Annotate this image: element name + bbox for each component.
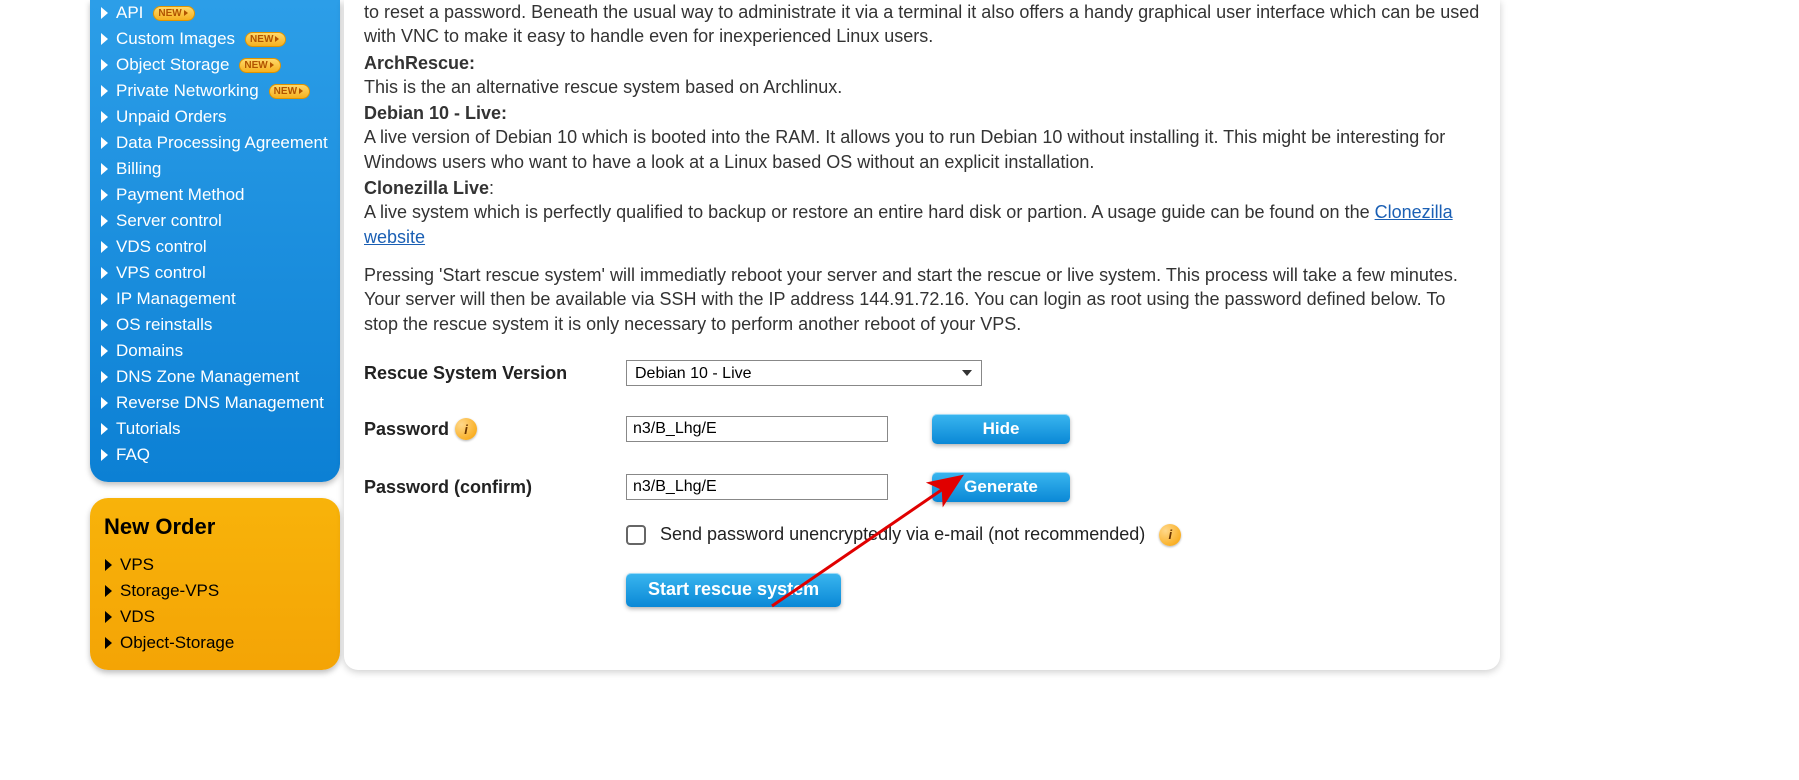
sidebar-item[interactable]: Reverse DNS Management (90, 390, 340, 416)
sidebar-item[interactable]: OS reinstalls (90, 312, 340, 338)
sidebar-item-label: Server control (116, 211, 222, 231)
sidebar-item[interactable]: Unpaid Orders (90, 104, 340, 130)
sidebar-item[interactable]: Private Networking NEW (90, 78, 340, 104)
sidebar-item[interactable]: API NEW (90, 0, 340, 26)
sidebar-item-label: API (116, 3, 143, 23)
sidebar-item[interactable]: Billing (90, 156, 340, 182)
sidebar-item-label: DNS Zone Management (116, 367, 299, 387)
clonezilla-body: A live system which is perfectly qualifi… (364, 202, 1375, 222)
sidebar-main: APINEWCustom ImagesNEWObject StorageNEWP… (90, 0, 340, 482)
description-text: to reset a password. Beneath the usual w… (364, 0, 1480, 336)
sidebar-item[interactable]: IP Management (90, 286, 340, 312)
main-panel: to reset a password. Beneath the usual w… (344, 0, 1500, 670)
sidebar-item-label: Tutorials (116, 419, 181, 439)
sidebar-item-label: VPS control (116, 263, 206, 283)
sidebar-item-label: Reverse DNS Management (116, 393, 324, 413)
sidebar-item-label: Object Storage (116, 55, 229, 75)
arch-head: ArchRescue: (364, 53, 475, 73)
sidebar-item-label: Private Networking (116, 81, 259, 101)
sidebar-new-order: New Order VPS Storage-VPS VDS Object-Storag… (90, 498, 340, 670)
sidebar-item-label: IP Management (116, 289, 236, 309)
info-icon[interactable]: i (455, 418, 477, 440)
password-input[interactable] (626, 416, 888, 442)
new-badge: NEW (245, 32, 286, 47)
new-badge: NEW (269, 84, 310, 99)
sidebar-item[interactable]: Server control (90, 208, 340, 234)
sidebar-item[interactable]: Payment Method (90, 182, 340, 208)
start-rescue-button[interactable]: Start rescue system (626, 573, 841, 607)
send-email-label: Send password unencryptedly via e-mail (… (660, 522, 1145, 546)
sidebar-item[interactable]: Tutorials (90, 416, 340, 442)
sidebar-item[interactable]: DNS Zone Management (90, 364, 340, 390)
password-confirm-input[interactable] (626, 474, 888, 500)
sidebar-item[interactable]: FAQ (90, 442, 340, 468)
hide-button[interactable]: Hide (932, 414, 1070, 444)
password-label: Password (364, 417, 449, 441)
sidebar-item-label: Domains (116, 341, 183, 361)
sidebar-item-label: Data Processing Agreement (116, 133, 328, 153)
sidebar-item-label: Unpaid Orders (116, 107, 227, 127)
new-order-item[interactable]: VDS (94, 604, 336, 630)
sidebar-item[interactable]: Custom Images NEW (90, 26, 340, 52)
new-order-title: New Order (94, 510, 336, 552)
password-confirm-label: Password (confirm) (364, 475, 626, 499)
rescue-version-select[interactable]: Debian 10 - Live (626, 360, 982, 386)
sidebar-item-label: FAQ (116, 445, 150, 465)
sidebar-item[interactable]: Data Processing Agreement (90, 130, 340, 156)
info-icon[interactable]: i (1159, 524, 1181, 546)
deb10-head: Debian 10 - Live: (364, 103, 507, 123)
sidebar-item-label: OS reinstalls (116, 315, 212, 335)
sidebar-item[interactable]: Domains (90, 338, 340, 364)
sidebar-item[interactable]: VPS control (90, 260, 340, 286)
sidebar-item-label: Payment Method (116, 185, 245, 205)
intro-cut: to reset a password. Beneath the usual w… (364, 0, 1480, 49)
send-email-checkbox[interactable] (626, 525, 646, 545)
sidebar-item[interactable]: Object Storage NEW (90, 52, 340, 78)
new-order-item-label: VDS (120, 607, 155, 627)
sidebar-item-label: Custom Images (116, 29, 235, 49)
deb10-body: A live version of Debian 10 which is boo… (364, 127, 1445, 171)
new-order-item[interactable]: Storage-VPS (94, 578, 336, 604)
new-order-item-label: Object-Storage (120, 633, 234, 653)
new-order-item[interactable]: VPS (94, 552, 336, 578)
rescue-version-label: Rescue System Version (364, 361, 626, 385)
new-badge: NEW (239, 58, 280, 73)
new-order-item-label: VPS (120, 555, 154, 575)
new-order-item[interactable]: Object-Storage (94, 630, 336, 656)
clonezilla-head: Clonezilla Live (364, 178, 489, 198)
sidebar-item-label: Billing (116, 159, 161, 179)
new-badge: NEW (153, 6, 194, 21)
generate-button[interactable]: Generate (932, 472, 1070, 502)
sidebar-item[interactable]: VDS control (90, 234, 340, 260)
sidebar-item-label: VDS control (116, 237, 207, 257)
arch-body: This is the an alternative rescue system… (364, 77, 842, 97)
ssh-press: Pressing 'Start rescue system' will imme… (364, 263, 1480, 336)
new-order-item-label: Storage-VPS (120, 581, 219, 601)
